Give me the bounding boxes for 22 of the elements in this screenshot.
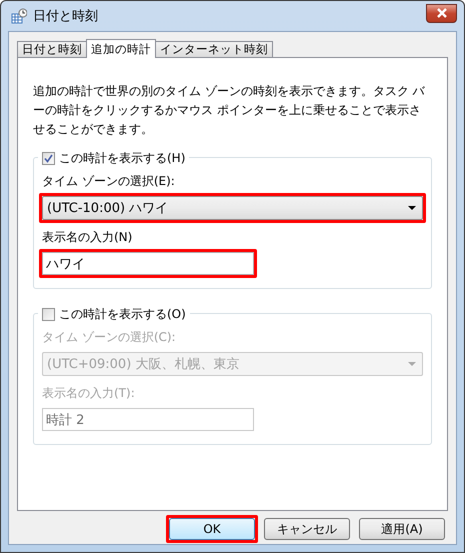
dialog-button[interactable]: キャンセル bbox=[264, 518, 350, 540]
close-icon bbox=[434, 8, 448, 18]
tab[interactable]: 追加の時計 bbox=[86, 39, 156, 58]
checkbox-label: この時計を表示する(H) bbox=[59, 150, 186, 167]
field-label: 表示名の入力(T): bbox=[42, 385, 136, 402]
calendar-clock-icon bbox=[11, 8, 27, 24]
dialog-button[interactable]: OK bbox=[169, 518, 255, 540]
tab[interactable]: インターネット時刻 bbox=[155, 41, 273, 57]
field-label: 表示名の入力(N) bbox=[42, 229, 134, 246]
checkbox-label: この時計を表示する(O) bbox=[59, 306, 186, 323]
field-label: タイム ゾーンの選択(E): bbox=[42, 173, 176, 190]
tab[interactable]: 日付と時刻 bbox=[17, 41, 87, 57]
dialog-button[interactable]: 適用(A) bbox=[359, 518, 445, 540]
caret-icon bbox=[408, 362, 416, 366]
name-input-field[interactable]: ハワイ bbox=[42, 252, 254, 275]
checkbox[interactable] bbox=[42, 152, 55, 165]
timezone-dropdown[interactable]: (UTC-10:00) ハワイ bbox=[42, 196, 423, 220]
description-text: 追加の時計で世界の別のタイム ゾーンの時刻を表示できます。タスク バーの時計をクリックするかマウス ポインターを上に乗せることで表示させることができます。 bbox=[33, 83, 426, 138]
close-button[interactable] bbox=[426, 4, 457, 22]
field-label: タイム ゾーンの選択(C): bbox=[42, 329, 177, 346]
window-title: 日付と時刻 bbox=[33, 8, 99, 25]
caret-icon bbox=[408, 206, 416, 210]
